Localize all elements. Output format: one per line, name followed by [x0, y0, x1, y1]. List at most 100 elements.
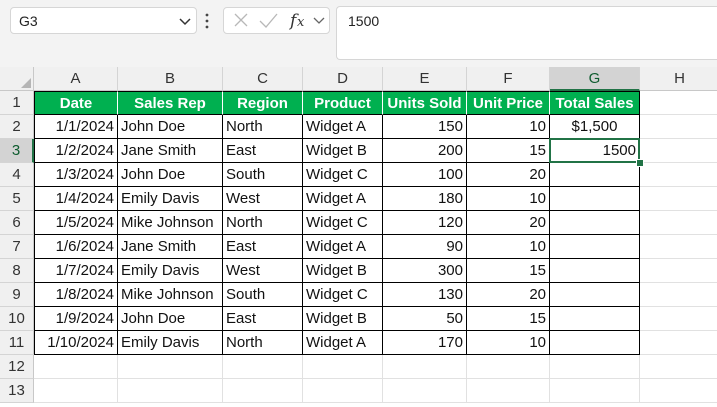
cell-units-sold[interactable]: 200	[383, 139, 467, 163]
row-header-7[interactable]: 7	[0, 235, 34, 259]
cell-units-sold[interactable]: 50	[383, 307, 467, 331]
cell-product[interactable]: Widget C	[303, 163, 383, 187]
header-cell-region[interactable]: Region	[223, 91, 303, 115]
row-header-5[interactable]: 5	[0, 187, 34, 211]
cell-date[interactable]: 1/6/2024	[34, 235, 118, 259]
column-header-a[interactable]: A	[34, 67, 118, 91]
header-cell-product[interactable]: Product	[303, 91, 383, 115]
column-header-e[interactable]: E	[383, 67, 467, 91]
cell-date[interactable]: 1/10/2024	[34, 331, 118, 355]
cell-units-sold[interactable]: 90	[383, 235, 467, 259]
cell-region[interactable]: South	[223, 163, 303, 187]
cell-product[interactable]: Widget C	[303, 283, 383, 307]
header-cell-total-sales[interactable]: Total Sales	[550, 91, 640, 115]
header-cell-units-sold[interactable]: Units Sold	[383, 91, 467, 115]
cell-sales-rep[interactable]: Jane Smith	[118, 235, 223, 259]
chevron-down-icon[interactable]	[312, 8, 326, 33]
insert-function-icon[interactable]: f x	[286, 8, 310, 33]
cell-region[interactable]: North	[223, 115, 303, 139]
cell-total-sales[interactable]	[550, 235, 640, 259]
cell-total-sales[interactable]	[550, 163, 640, 187]
row-header-2[interactable]: 2	[0, 115, 34, 139]
row-header-3[interactable]: 3	[0, 139, 34, 163]
row-header-6[interactable]: 6	[0, 211, 34, 235]
cell-sales-rep[interactable]: John Doe	[118, 163, 223, 187]
row-header-4[interactable]: 4	[0, 163, 34, 187]
empty-cell[interactable]	[640, 139, 717, 163]
cell-units-sold[interactable]: 130	[383, 283, 467, 307]
cell-units-sold[interactable]: 100	[383, 163, 467, 187]
empty-cell[interactable]	[383, 379, 467, 403]
cell-total-sales[interactable]: 1500	[550, 139, 640, 163]
empty-cell[interactable]	[640, 307, 717, 331]
cell-unit-price[interactable]: 20	[467, 163, 550, 187]
cell-product[interactable]: Widget A	[303, 187, 383, 211]
cell-units-sold[interactable]: 300	[383, 259, 467, 283]
empty-cell[interactable]	[118, 355, 223, 379]
name-box[interactable]: G3	[10, 7, 197, 34]
column-header-h[interactable]: H	[640, 67, 717, 91]
empty-cell[interactable]	[34, 355, 118, 379]
cell-units-sold[interactable]: 170	[383, 331, 467, 355]
cell-sales-rep[interactable]: Emily Davis	[118, 187, 223, 211]
column-header-d[interactable]: D	[303, 67, 383, 91]
cell-region[interactable]: North	[223, 211, 303, 235]
cell-unit-price[interactable]: 10	[467, 115, 550, 139]
empty-cell[interactable]	[383, 355, 467, 379]
row-header-9[interactable]: 9	[0, 283, 34, 307]
cell-unit-price[interactable]: 15	[467, 139, 550, 163]
cell-date[interactable]: 1/8/2024	[34, 283, 118, 307]
cell-date[interactable]: 1/2/2024	[34, 139, 118, 163]
cell-total-sales[interactable]	[550, 283, 640, 307]
empty-cell[interactable]	[640, 115, 717, 139]
cell-product[interactable]: Widget B	[303, 139, 383, 163]
empty-cell[interactable]	[550, 379, 640, 403]
empty-cell[interactable]	[640, 259, 717, 283]
cell-product[interactable]: Widget A	[303, 331, 383, 355]
cell-unit-price[interactable]: 10	[467, 187, 550, 211]
cell-region[interactable]: South	[223, 283, 303, 307]
cell-sales-rep[interactable]: Mike Johnson	[118, 211, 223, 235]
empty-cell[interactable]	[640, 235, 717, 259]
formula-input[interactable]: 1500	[336, 6, 717, 60]
cell-total-sales[interactable]	[550, 307, 640, 331]
cell-units-sold[interactable]: 180	[383, 187, 467, 211]
cell-unit-price[interactable]: 20	[467, 283, 550, 307]
empty-cell[interactable]	[467, 379, 550, 403]
cancel-icon[interactable]	[230, 8, 252, 33]
cell-date[interactable]: 1/5/2024	[34, 211, 118, 235]
cell-sales-rep[interactable]: Mike Johnson	[118, 283, 223, 307]
cell-sales-rep[interactable]: Jane Smith	[118, 139, 223, 163]
cell-sales-rep[interactable]: Emily Davis	[118, 259, 223, 283]
row-header-10[interactable]: 10	[0, 307, 34, 331]
cell-total-sales[interactable]: $1,500	[550, 115, 640, 139]
cell-unit-price[interactable]: 20	[467, 211, 550, 235]
cell-product[interactable]: Widget C	[303, 211, 383, 235]
row-header-12[interactable]: 12	[0, 355, 34, 379]
column-header-c[interactable]: C	[223, 67, 303, 91]
row-header-13[interactable]: 13	[0, 379, 34, 403]
empty-cell[interactable]	[640, 187, 717, 211]
cell-sales-rep[interactable]: John Doe	[118, 115, 223, 139]
row-header-11[interactable]: 11	[0, 331, 34, 355]
cell-total-sales[interactable]	[550, 211, 640, 235]
cell-region[interactable]: North	[223, 331, 303, 355]
empty-cell[interactable]	[550, 355, 640, 379]
cell-sales-rep[interactable]: Emily Davis	[118, 331, 223, 355]
more-options-icon[interactable]	[203, 12, 211, 30]
empty-cell[interactable]	[467, 355, 550, 379]
cell-unit-price[interactable]: 15	[467, 307, 550, 331]
cell-product[interactable]: Widget B	[303, 259, 383, 283]
cell-total-sales[interactable]	[550, 331, 640, 355]
cell-unit-price[interactable]: 10	[467, 235, 550, 259]
cell-region[interactable]: West	[223, 259, 303, 283]
cell-unit-price[interactable]: 15	[467, 259, 550, 283]
cell-product[interactable]: Widget A	[303, 115, 383, 139]
header-cell-unit-price[interactable]: Unit Price	[467, 91, 550, 115]
cell-units-sold[interactable]: 120	[383, 211, 467, 235]
cell-unit-price[interactable]: 10	[467, 331, 550, 355]
cell-date[interactable]: 1/9/2024	[34, 307, 118, 331]
cell-total-sales[interactable]	[550, 259, 640, 283]
cell-units-sold[interactable]: 150	[383, 115, 467, 139]
cell-product[interactable]: Widget B	[303, 307, 383, 331]
